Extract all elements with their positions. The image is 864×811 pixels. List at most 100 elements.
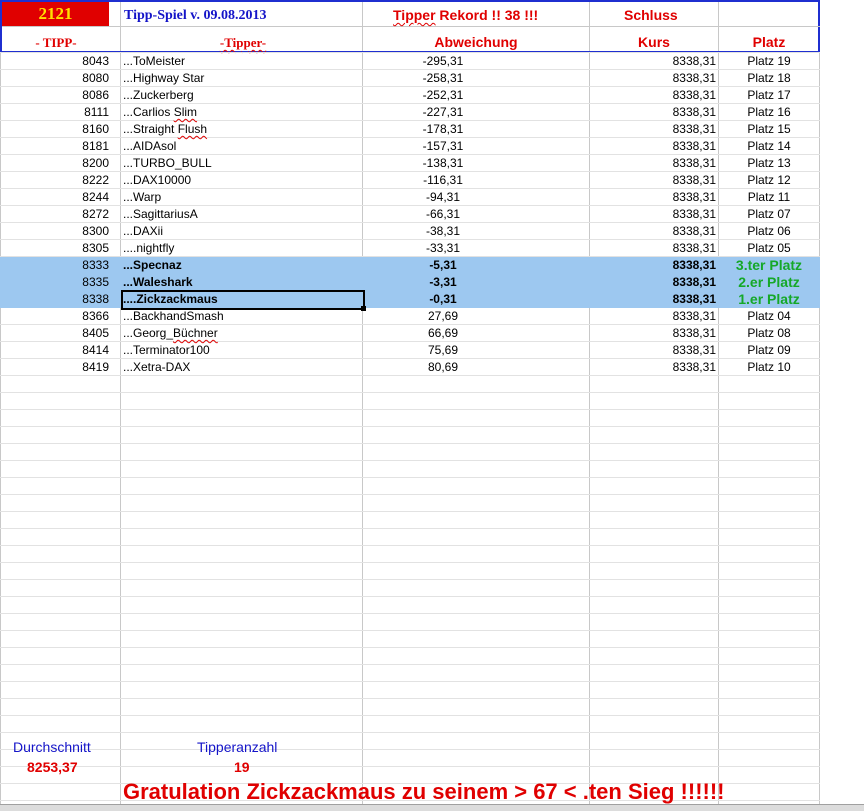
kurs-cell[interactable]: 8338,31	[590, 359, 716, 376]
tipper-cell[interactable]: ...Waleshark	[123, 274, 358, 291]
tipp-cell[interactable]: 8419	[0, 359, 109, 376]
tipp-cell[interactable]: 8080	[0, 70, 109, 87]
platz-cell[interactable]: Platz 19	[719, 53, 819, 70]
abweichung-cell[interactable]: -138,31	[363, 155, 523, 172]
gratulation-text[interactable]: Gratulation Zickzackmaus zu seinem > 67 …	[123, 779, 725, 805]
tipp-cell[interactable]: 8335	[0, 274, 109, 291]
col-kurs-header[interactable]: Kurs	[590, 34, 718, 50]
abweichung-cell[interactable]: -295,31	[363, 53, 523, 70]
platz-cell[interactable]: Platz 10	[719, 359, 819, 376]
kurs-cell[interactable]: 8338,31	[590, 240, 716, 257]
abweichung-cell[interactable]: -66,31	[363, 206, 523, 223]
tipp-cell[interactable]: 8244	[0, 189, 109, 206]
tipp-cell[interactable]: 8181	[0, 138, 109, 155]
platz-cell[interactable]: Platz 15	[719, 121, 819, 138]
table-row[interactable]: 8080 ...Highway Star -258,31 8338,31 Platz 1…	[0, 70, 820, 87]
platz-cell[interactable]: Platz 05	[719, 240, 819, 257]
table-row[interactable]: 8181 ...AIDAsol -157,31 8338,31 Platz 14	[0, 138, 820, 155]
tipper-cell[interactable]: ...Warp	[123, 189, 358, 206]
kurs-cell[interactable]: 8338,31	[590, 121, 716, 138]
kurs-cell[interactable]: 8338,31	[590, 291, 716, 308]
kurs-cell[interactable]: 8338,31	[590, 206, 716, 223]
kurs-cell[interactable]: 8338,31	[590, 274, 716, 291]
kurs-cell[interactable]: 8338,31	[590, 257, 716, 274]
tipper-cell[interactable]: ...DAXii	[123, 223, 358, 240]
tipper-cell[interactable]: ...Specnaz	[123, 257, 358, 274]
platz-cell[interactable]: 1.er Platz	[719, 291, 819, 308]
table-row[interactable]: 8405 ...Georg_Büchner 66,69 8338,31 Platz 08	[0, 325, 820, 342]
tipper-cell[interactable]: ...Zuckerberg	[123, 87, 358, 104]
table-row[interactable]: 8200 ...TURBO_BULL -138,31 8338,31 Platz 13	[0, 155, 820, 172]
kurs-cell[interactable]: 8338,31	[590, 104, 716, 121]
tipp-cell[interactable]: 8222	[0, 172, 109, 189]
col-abw-header[interactable]: Abweichung	[363, 34, 589, 50]
abweichung-cell[interactable]: -33,31	[363, 240, 523, 257]
tipp-cell[interactable]: 8200	[0, 155, 109, 172]
game-number[interactable]: 2121	[2, 2, 109, 26]
table-row[interactable]: 8305 ....nightfly -33,31 8338,31 Platz 05	[0, 240, 820, 257]
tipp-cell[interactable]: 8111	[0, 104, 109, 121]
fill-handle[interactable]	[361, 306, 366, 311]
kurs-cell[interactable]: 8338,31	[590, 223, 716, 240]
kurs-cell[interactable]: 8338,31	[590, 172, 716, 189]
platz-cell[interactable]: 2.er Platz	[719, 274, 819, 291]
abweichung-cell[interactable]: 80,69	[363, 359, 523, 376]
durchschnitt-value[interactable]: 8253,37	[27, 759, 78, 775]
tipp-cell[interactable]: 8333	[0, 257, 109, 274]
kurs-cell[interactable]: 8338,31	[590, 325, 716, 342]
table-row[interactable]: 8244 ...Warp -94,31 8338,31 Platz 11	[0, 189, 820, 206]
kurs-cell[interactable]: 8338,31	[590, 155, 716, 172]
abweichung-cell[interactable]: 66,69	[363, 325, 523, 342]
abweichung-cell[interactable]: -252,31	[363, 87, 523, 104]
tipper-cell[interactable]: ...AIDAsol	[123, 138, 358, 155]
abweichung-cell[interactable]: -38,31	[363, 223, 523, 240]
tipp-cell[interactable]: 8043	[0, 53, 109, 70]
tipper-cell[interactable]: ...BackhandSmash	[123, 308, 358, 325]
platz-cell[interactable]: 3.ter Platz	[719, 257, 819, 274]
tipper-cell[interactable]: ...TURBO_BULL	[123, 155, 358, 172]
col-tipper-header[interactable]: -Tipper-	[123, 35, 363, 51]
abweichung-cell[interactable]: -227,31	[363, 104, 523, 121]
abweichung-cell[interactable]: -258,31	[363, 70, 523, 87]
abweichung-cell[interactable]: -157,31	[363, 138, 523, 155]
tipper-cell[interactable]: ...DAX10000	[123, 172, 358, 189]
platz-cell[interactable]: Platz 17	[719, 87, 819, 104]
tipp-cell[interactable]: 8160	[0, 121, 109, 138]
platz-cell[interactable]: Platz 09	[719, 342, 819, 359]
platz-cell[interactable]: Platz 08	[719, 325, 819, 342]
abweichung-cell[interactable]: -5,31	[363, 257, 523, 274]
table-row[interactable]: 8300 ...DAXii -38,31 8338,31 Platz 06	[0, 223, 820, 240]
cell-selection[interactable]	[121, 290, 365, 310]
tipper-cell[interactable]: ...Carlios Slim	[123, 104, 358, 121]
tipper-cell[interactable]: ...SagittariusA	[123, 206, 358, 223]
tipper-cell[interactable]: ...Terminator100	[123, 342, 358, 359]
abweichung-cell[interactable]: -0,31	[363, 291, 523, 308]
kurs-cell[interactable]: 8338,31	[590, 138, 716, 155]
col-platz-header[interactable]: Platz	[719, 34, 819, 50]
tipperanzahl-label[interactable]: Tipperanzahl	[197, 739, 277, 755]
tipper-cell[interactable]: ...Highway Star	[123, 70, 358, 87]
table-row[interactable]: 8335 ...Waleshark -3,31 8338,31 2.er Platz	[0, 274, 820, 291]
kurs-cell[interactable]: 8338,31	[590, 70, 716, 87]
abweichung-cell[interactable]: 27,69	[363, 308, 523, 325]
tipper-cell[interactable]: ....nightfly	[123, 240, 358, 257]
platz-cell[interactable]: Platz 07	[719, 206, 819, 223]
platz-cell[interactable]: Platz 04	[719, 308, 819, 325]
tipper-cell[interactable]: ...Xetra-DAX	[123, 359, 358, 376]
kurs-cell[interactable]: 8338,31	[590, 308, 716, 325]
game-title[interactable]: Tipp-Spiel v. 09.08.2013	[124, 8, 267, 24]
col-tipp-header[interactable]: - TIPP-	[0, 35, 112, 51]
abweichung-cell[interactable]: -116,31	[363, 172, 523, 189]
table-row[interactable]: 8222 ...DAX10000 -116,31 8338,31 Platz 12	[0, 172, 820, 189]
abweichung-cell[interactable]: 75,69	[363, 342, 523, 359]
abweichung-cell[interactable]: -94,31	[363, 189, 523, 206]
platz-cell[interactable]: Platz 06	[719, 223, 819, 240]
tipp-cell[interactable]: 8338	[0, 291, 109, 308]
table-row[interactable]: 8043 ...ToMeister -295,31 8338,31 Platz 19	[0, 53, 820, 70]
schluss-label[interactable]: Schluss	[624, 7, 678, 23]
kurs-cell[interactable]: 8338,31	[590, 189, 716, 206]
kurs-cell[interactable]: 8338,31	[590, 53, 716, 70]
tipp-cell[interactable]: 8272	[0, 206, 109, 223]
table-row[interactable]: 8419 ...Xetra-DAX 80,69 8338,31 Platz 10	[0, 359, 820, 376]
tipper-cell[interactable]: ...Straight Flush	[123, 121, 358, 138]
